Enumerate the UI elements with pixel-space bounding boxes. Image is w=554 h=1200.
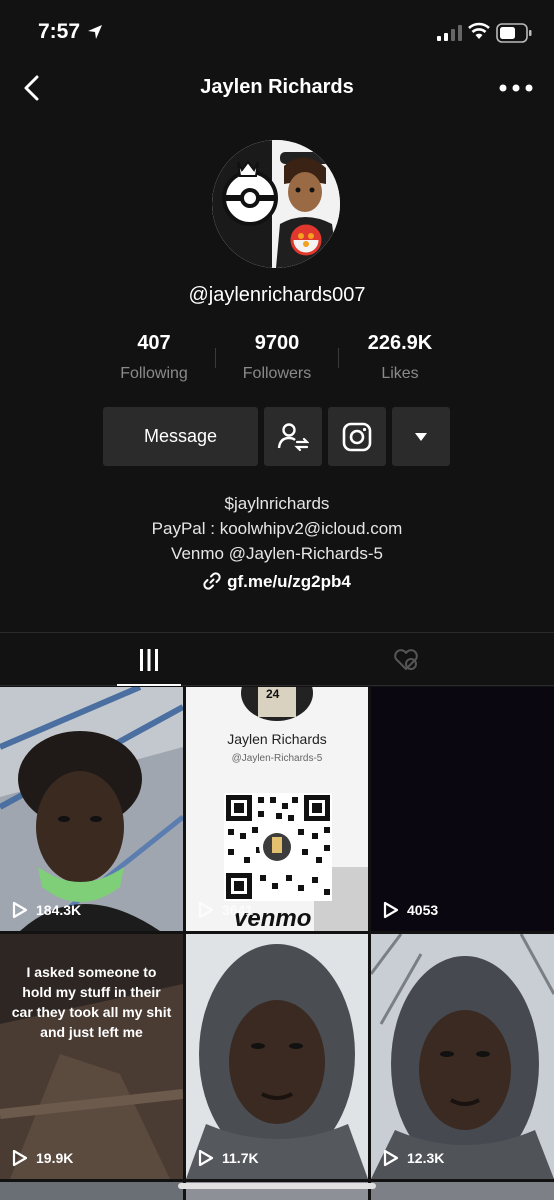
play-icon	[12, 901, 28, 919]
video-thumbnail[interactable]: 184.3K	[0, 687, 183, 931]
bio-line-venmo: Venmo @Jaylen-Richards-5	[171, 544, 383, 563]
video-caption-overlay: I asked someone to hold my stuff in thei…	[11, 964, 172, 1040]
video-thumbnail[interactable]: 12.3K	[371, 934, 554, 1179]
location-arrow-icon	[88, 25, 102, 39]
likes-count: 226.9K	[367, 332, 433, 354]
bio-line-paypal: PayPal : koolwhipv2@icloud.com	[151, 519, 403, 538]
followers-label: Followers	[242, 365, 312, 382]
home-indicator[interactable]	[178, 1183, 376, 1189]
liked-hidden-icon	[393, 649, 418, 670]
wifi-icon	[468, 22, 490, 39]
status-bar: 7:57	[0, 0, 554, 66]
tab-videos[interactable]	[10, 633, 287, 687]
profile-actions: Message	[0, 407, 554, 467]
card-jersey-number: 24	[266, 687, 280, 701]
stat-followers[interactable]: 9700 Followers	[207, 332, 347, 383]
view-count-text: 12.3K	[407, 1150, 445, 1166]
video-thumbnail[interactable]	[371, 1182, 554, 1200]
card-name: Jaylen Richards	[227, 731, 327, 747]
tab-liked[interactable]	[267, 633, 544, 687]
profile-bio: $jaylnrichards PayPal : koolwhipv2@iclou…	[0, 491, 554, 566]
view-count-text: 3641	[222, 902, 254, 918]
video-thumbnail[interactable]: 4053	[371, 687, 554, 931]
profile-tabs	[0, 632, 554, 686]
play-icon	[198, 1149, 214, 1167]
profile-avatar[interactable]	[212, 140, 340, 268]
view-count: 12.3K	[383, 1149, 444, 1167]
following-count: 407	[137, 332, 171, 354]
view-count-text: 11.7K	[222, 1150, 259, 1166]
video-grid: 184.3K 24 Jaylen Richards @Jaylen-Richar…	[0, 687, 554, 1200]
view-count: 3641	[198, 901, 253, 919]
following-label: Following	[120, 365, 188, 382]
suggested-accounts-dropdown[interactable]	[392, 407, 450, 466]
user-swap-icon	[277, 422, 309, 451]
card-handle: @Jaylen-Richards-5	[231, 753, 323, 764]
battery-icon	[496, 23, 532, 43]
profile-username: @jaylenrichards007	[188, 284, 366, 306]
top-nav-bar: Jaylen Richards	[0, 66, 554, 110]
active-tab-indicator	[117, 684, 181, 686]
view-count: 184.3K	[12, 901, 81, 919]
bio-line-cashapp: $jaylnrichards	[224, 494, 330, 513]
grid-icon	[139, 649, 158, 671]
likes-label: Likes	[381, 365, 419, 382]
message-button[interactable]: Message	[103, 407, 258, 466]
caret-down-icon	[415, 432, 427, 441]
follow-toggle-button[interactable]	[264, 407, 322, 466]
status-time: 7:57	[38, 20, 81, 43]
instagram-icon	[342, 422, 372, 451]
stat-following[interactable]: 407 Following	[84, 332, 224, 383]
followers-count: 9700	[254, 332, 300, 354]
video-thumbnail[interactable]: 24 Jaylen Richards @Jaylen-Richards-5 ve…	[186, 687, 368, 931]
video-thumbnail[interactable]: 11.7K	[186, 934, 368, 1179]
play-icon	[198, 901, 214, 919]
video-thumbnail[interactable]	[0, 1182, 183, 1200]
link-icon	[203, 572, 221, 590]
view-count: 19.9K	[12, 1149, 73, 1167]
bio-link[interactable]: gf.me/u/zg2pb4	[0, 572, 554, 592]
view-count-text: 4053	[407, 902, 439, 918]
play-icon	[383, 901, 399, 919]
view-count: 4053	[383, 901, 438, 919]
bio-link-text: gf.me/u/zg2pb4	[227, 572, 351, 591]
instagram-button[interactable]	[328, 407, 386, 466]
more-options-icon[interactable]	[498, 80, 536, 96]
cellular-signal-icon	[437, 25, 462, 41]
video-thumbnail[interactable]: I asked someone to hold my stuff in thei…	[0, 934, 183, 1179]
profile-title: Jaylen Richards	[200, 76, 354, 98]
play-icon	[12, 1149, 28, 1167]
view-count-text: 19.9K	[36, 1150, 74, 1166]
view-count-text: 184.3K	[36, 902, 82, 918]
stat-likes[interactable]: 226.9K Likes	[330, 332, 470, 383]
profile-stats: 407 Following 9700 Followers 226.9K Like…	[0, 332, 554, 392]
view-count: 11.7K	[198, 1149, 259, 1167]
play-icon	[383, 1149, 399, 1167]
